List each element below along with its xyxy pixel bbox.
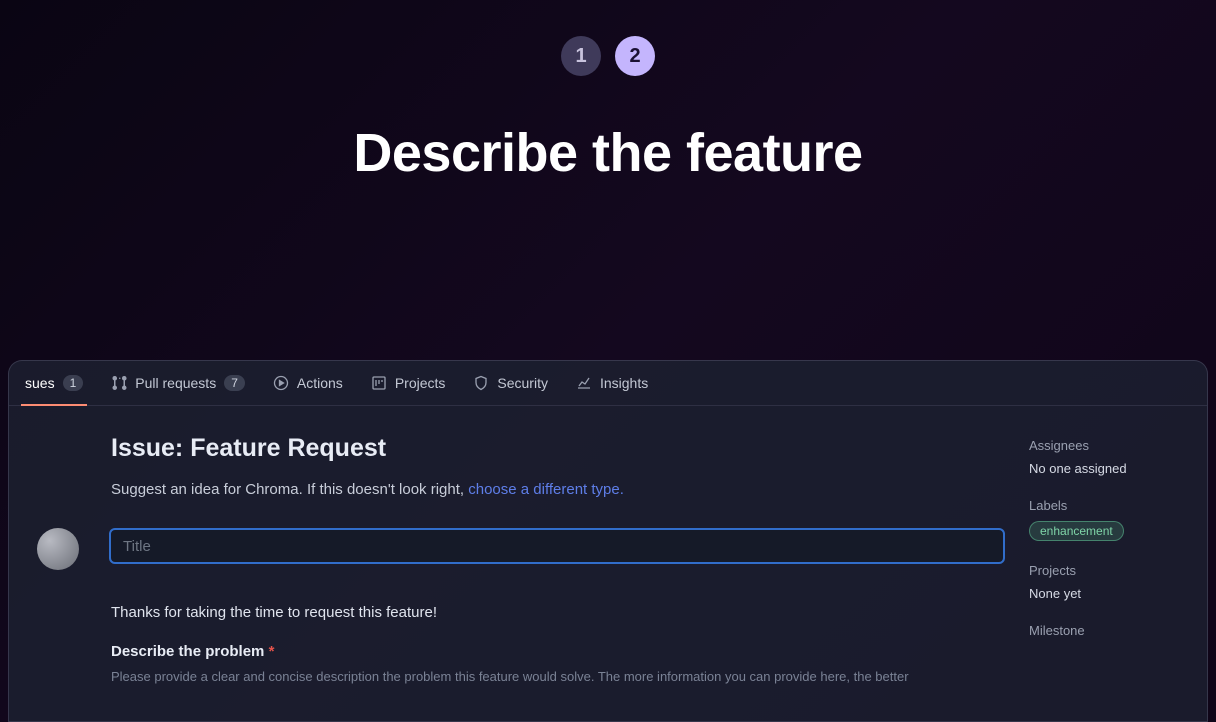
labels-label: Labels — [1029, 498, 1179, 513]
tab-issues-label: sues — [25, 375, 55, 391]
issue-heading: Issue: Feature Request — [111, 434, 1005, 463]
assignees-value: No one assigned — [1029, 461, 1179, 476]
graph-icon — [576, 375, 592, 391]
label-chip-enhancement[interactable]: enhancement — [1029, 521, 1124, 541]
tab-actions[interactable]: Actions — [273, 375, 343, 405]
tab-security-label: Security — [497, 375, 548, 391]
avatar — [37, 528, 79, 570]
choose-type-link[interactable]: choose a different type. — [468, 481, 624, 498]
tab-pulls-label: Pull requests — [135, 375, 216, 391]
assignees-label: Assignees — [1029, 438, 1179, 453]
play-icon — [273, 375, 289, 391]
step-1-badge[interactable]: 1 — [561, 36, 601, 76]
milestone-section[interactable]: Milestone — [1029, 623, 1179, 638]
tab-actions-label: Actions — [297, 375, 343, 391]
step-2-badge[interactable]: 2 — [615, 36, 655, 76]
assignees-section[interactable]: Assignees No one assigned — [1029, 438, 1179, 476]
projects-label: Projects — [1029, 563, 1179, 578]
tab-security[interactable]: Security — [473, 375, 548, 405]
describe-problem-hint: Please provide a clear and concise descr… — [111, 668, 1005, 686]
issue-sidebar: Assignees No one assigned Labels enhance… — [1029, 434, 1179, 686]
repo-tabs: sues 1 Pull requests 7 Actions Projects — [9, 361, 1207, 406]
issue-title-input[interactable] — [109, 528, 1005, 564]
labels-section[interactable]: Labels enhancement — [1029, 498, 1179, 541]
tab-projects-label: Projects — [395, 375, 446, 391]
tab-issues-count: 1 — [63, 375, 84, 391]
projects-section[interactable]: Projects None yet — [1029, 563, 1179, 601]
describe-problem-text: Describe the problem — [111, 643, 264, 660]
git-pull-request-icon — [111, 375, 127, 391]
tab-insights[interactable]: Insights — [576, 375, 648, 405]
describe-problem-label: Describe the problem * — [111, 643, 1005, 660]
issue-subtitle-text: Suggest an idea for Chroma. If this does… — [111, 481, 468, 498]
milestone-label: Milestone — [1029, 623, 1179, 638]
shield-icon — [473, 375, 489, 391]
project-icon — [371, 375, 387, 391]
thanks-text: Thanks for taking the time to request th… — [111, 604, 1005, 621]
tab-pulls-count: 7 — [224, 375, 245, 391]
tab-pull-requests[interactable]: Pull requests 7 — [111, 375, 245, 405]
tab-projects[interactable]: Projects — [371, 375, 446, 405]
step-indicator: 1 2 — [0, 36, 1216, 76]
tab-insights-label: Insights — [600, 375, 648, 391]
issue-subtitle: Suggest an idea for Chroma. If this does… — [111, 481, 1005, 498]
hero-title: Describe the feature — [0, 122, 1216, 184]
projects-value: None yet — [1029, 586, 1179, 601]
github-panel: sues 1 Pull requests 7 Actions Projects — [8, 360, 1208, 722]
tab-issues[interactable]: sues 1 — [25, 375, 83, 405]
required-mark: * — [269, 643, 275, 660]
